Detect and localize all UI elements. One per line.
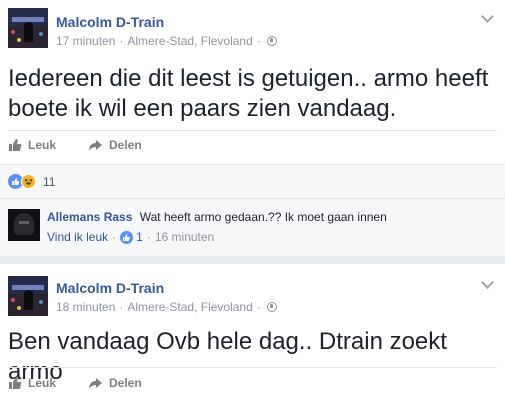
post-text: Ben vandaag Ovb hele dag.. Dtrain zoekt … — [8, 327, 505, 387]
author-avatar[interactable] — [8, 276, 48, 316]
share-button[interactable]: Delen — [88, 138, 142, 152]
post-text: Iedereen die dit leest is getuigen.. arm… — [8, 64, 488, 124]
thumbs-up-icon — [9, 139, 22, 151]
like-label: Leuk — [28, 376, 57, 390]
post-card: Malcolm D-Train 17 minuten · Almere-Stad… — [0, 0, 505, 256]
post-meta: 17 minuten · Almere-Stad, Flevoland · — [56, 34, 277, 48]
post-time[interactable]: 18 minuten — [56, 300, 115, 314]
post-card: Malcolm D-Train 18 minuten · Almere-Stad… — [0, 264, 505, 405]
post-text-line: Ben vandaag Ovb hele dag.. Dtrain zoekt … — [8, 328, 447, 385]
divider — [8, 367, 497, 368]
comment-body: Allemans Rass Wat heeft armo gedaan.?? I… — [47, 210, 387, 224]
comment: Allemans Rass Wat heeft armo gedaan.?? I… — [0, 198, 505, 256]
reactions-bar[interactable]: 11 — [0, 164, 505, 198]
haha-icon — [21, 174, 36, 189]
divider — [8, 130, 497, 131]
comment-time[interactable]: 16 minuten — [155, 230, 214, 244]
globe-icon[interactable] — [266, 302, 277, 312]
share-button[interactable]: Delen — [88, 376, 142, 390]
share-arrow-icon — [89, 377, 102, 389]
globe-icon[interactable] — [266, 36, 277, 46]
comment-text: Wat heeft armo gedaan.?? Ik moet gaan in… — [139, 210, 387, 224]
like-label: Leuk — [28, 138, 57, 152]
share-label: Delen — [109, 138, 142, 152]
commenter-avatar[interactable] — [8, 209, 40, 241]
post-author-name[interactable]: Malcolm D-Train — [56, 14, 164, 30]
post-text-line: boete ik wil een paars zien vandaag. — [8, 95, 397, 122]
comment-actions: Vind ik leuk · 1 · 16 minuten — [47, 230, 215, 244]
post-text-line: Iedereen die dit leest is getuigen.. arm… — [8, 65, 489, 92]
like-button[interactable]: Leuk — [8, 138, 56, 152]
comment-author-name[interactable]: Allemans Rass — [47, 210, 132, 224]
like-icon — [120, 230, 134, 244]
thumbs-up-icon — [9, 377, 22, 389]
post-time[interactable]: 17 minuten — [56, 34, 115, 48]
author-avatar[interactable] — [8, 8, 48, 48]
comment-like-link[interactable]: Vind ik leuk — [47, 230, 108, 244]
like-button[interactable]: Leuk — [8, 376, 56, 390]
reaction-count[interactable]: 11 — [43, 175, 55, 189]
share-arrow-icon — [89, 139, 102, 151]
chevron-down-icon[interactable] — [481, 276, 494, 289]
post-meta: 18 minuten · Almere-Stad, Flevoland · — [56, 300, 277, 314]
post-author-name[interactable]: Malcolm D-Train — [56, 280, 164, 296]
share-label: Delen — [109, 376, 142, 390]
post-location[interactable]: Almere-Stad, Flevoland — [127, 300, 252, 314]
comment-like-count[interactable]: 1 — [136, 230, 143, 244]
post-location[interactable]: Almere-Stad, Flevoland — [127, 34, 252, 48]
chevron-down-icon[interactable] — [481, 10, 494, 23]
